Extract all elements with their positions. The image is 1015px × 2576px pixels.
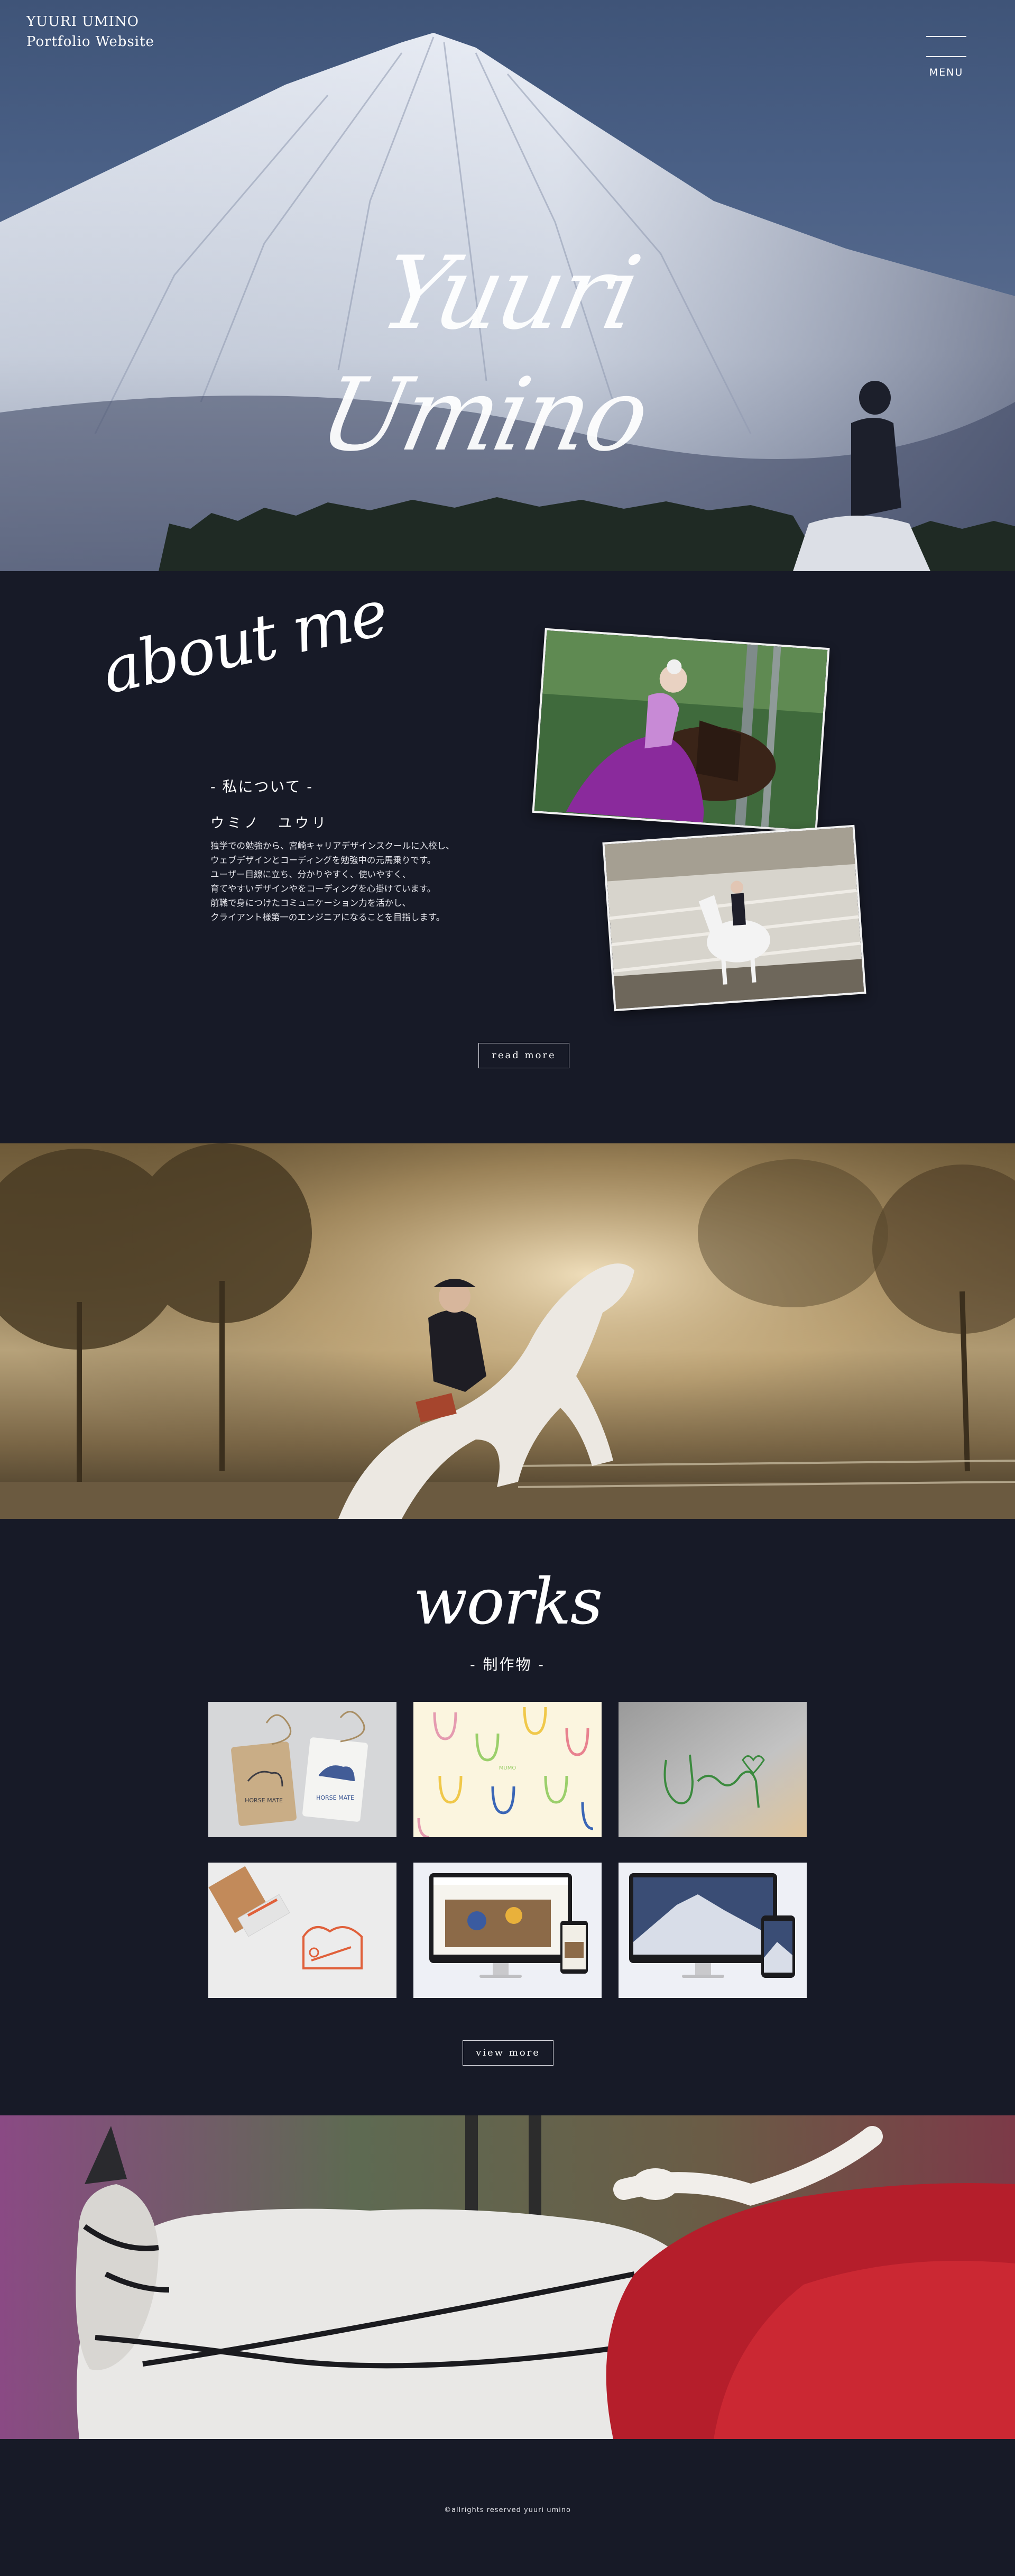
work-tile-stamp-mockup[interactable]: [208, 1863, 396, 1998]
about-line: 独学での勉強から、宮崎キャリアデザインスクールに入校し、: [210, 841, 455, 851]
menu-bar-top: [926, 36, 966, 37]
rearing-horse-banner: [0, 1143, 1015, 1519]
work-tile-horseshoe-pattern[interactable]: MUMO: [413, 1702, 602, 1837]
site-title[interactable]: YUURI UMINO: [26, 12, 154, 32]
work-tile-horse-mate-tags[interactable]: HORSE MATE HORSE MATE: [208, 1702, 396, 1837]
work-tile-horse-line-logo[interactable]: [619, 1702, 807, 1837]
menu-bar-bottom: [926, 56, 966, 57]
horse-mate-logo-text: HORSE MATE: [245, 1797, 283, 1804]
view-more-button[interactable]: view more: [463, 2040, 553, 2066]
works-subtitle: - 制作物 -: [470, 1656, 545, 1673]
works-signature: works: [413, 1565, 603, 1639]
about-photo-arena-rider: [602, 824, 866, 1012]
site-subtitle: Portfolio Website: [26, 34, 154, 50]
rearing-horse-image: [0, 1143, 1015, 1519]
about-line: ウェブデザインとコーディングを勉強中の元馬乗りです。: [210, 855, 436, 865]
red-dress-rider-image: [0, 2115, 1015, 2439]
work-tile-website-mockup-2[interactable]: [619, 1863, 807, 1998]
horse-mate-logo-text: HORSE MATE: [316, 1794, 354, 1801]
hero-section: YUURI UMINO Portfolio Website MENU Yuuri…: [0, 0, 1015, 571]
about-name: ウミノ ユウリ: [210, 815, 329, 831]
about-line: 前職で身につけたコミュニケーション力を活かし、: [210, 898, 411, 908]
about-subtitle: - 私について -: [210, 778, 313, 795]
site-identity[interactable]: YUURI UMINO Portfolio Website: [26, 12, 154, 52]
read-more-button[interactable]: read more: [478, 1043, 569, 1068]
about-line: クライアント様第一のエンジニアになることを目指します。: [210, 912, 445, 922]
menu-label: MENU: [929, 67, 964, 78]
copyright-text: ©allrights reserved yuuri umino: [444, 2506, 571, 2514]
about-photo-purple-dress-rider: [532, 628, 830, 833]
hero-signature: Yuuri Umino: [310, 235, 657, 473]
about-description: 独学での勉強から、宮崎キャリアデザインスクールに入校し、 ウェブデザインとコーデ…: [210, 839, 506, 924]
work-tile-website-mockup-1[interactable]: [413, 1863, 602, 1998]
horseshoe-logo-text: MUMO: [499, 1765, 516, 1771]
menu-button[interactable]: MENU: [926, 33, 968, 86]
red-dress-rider-banner: [0, 2115, 1015, 2439]
about-line: 育てやすいデザインやをコーディングを心掛けています。: [210, 884, 436, 894]
about-line: ユーザー目線に立ち、分かりやすく、使いやすく、: [210, 869, 411, 879]
